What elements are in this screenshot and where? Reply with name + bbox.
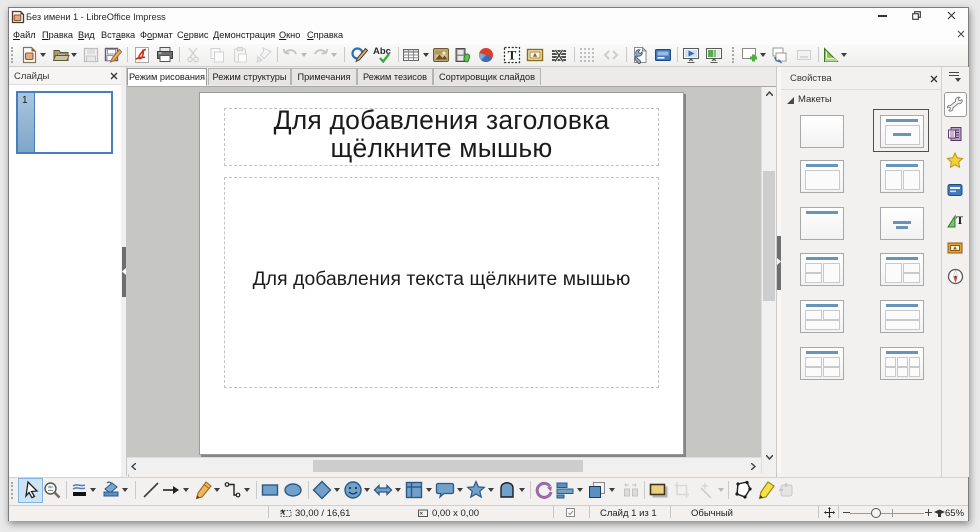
svg-text:T: T [956,213,963,227]
svg-text:T: T [508,48,517,63]
